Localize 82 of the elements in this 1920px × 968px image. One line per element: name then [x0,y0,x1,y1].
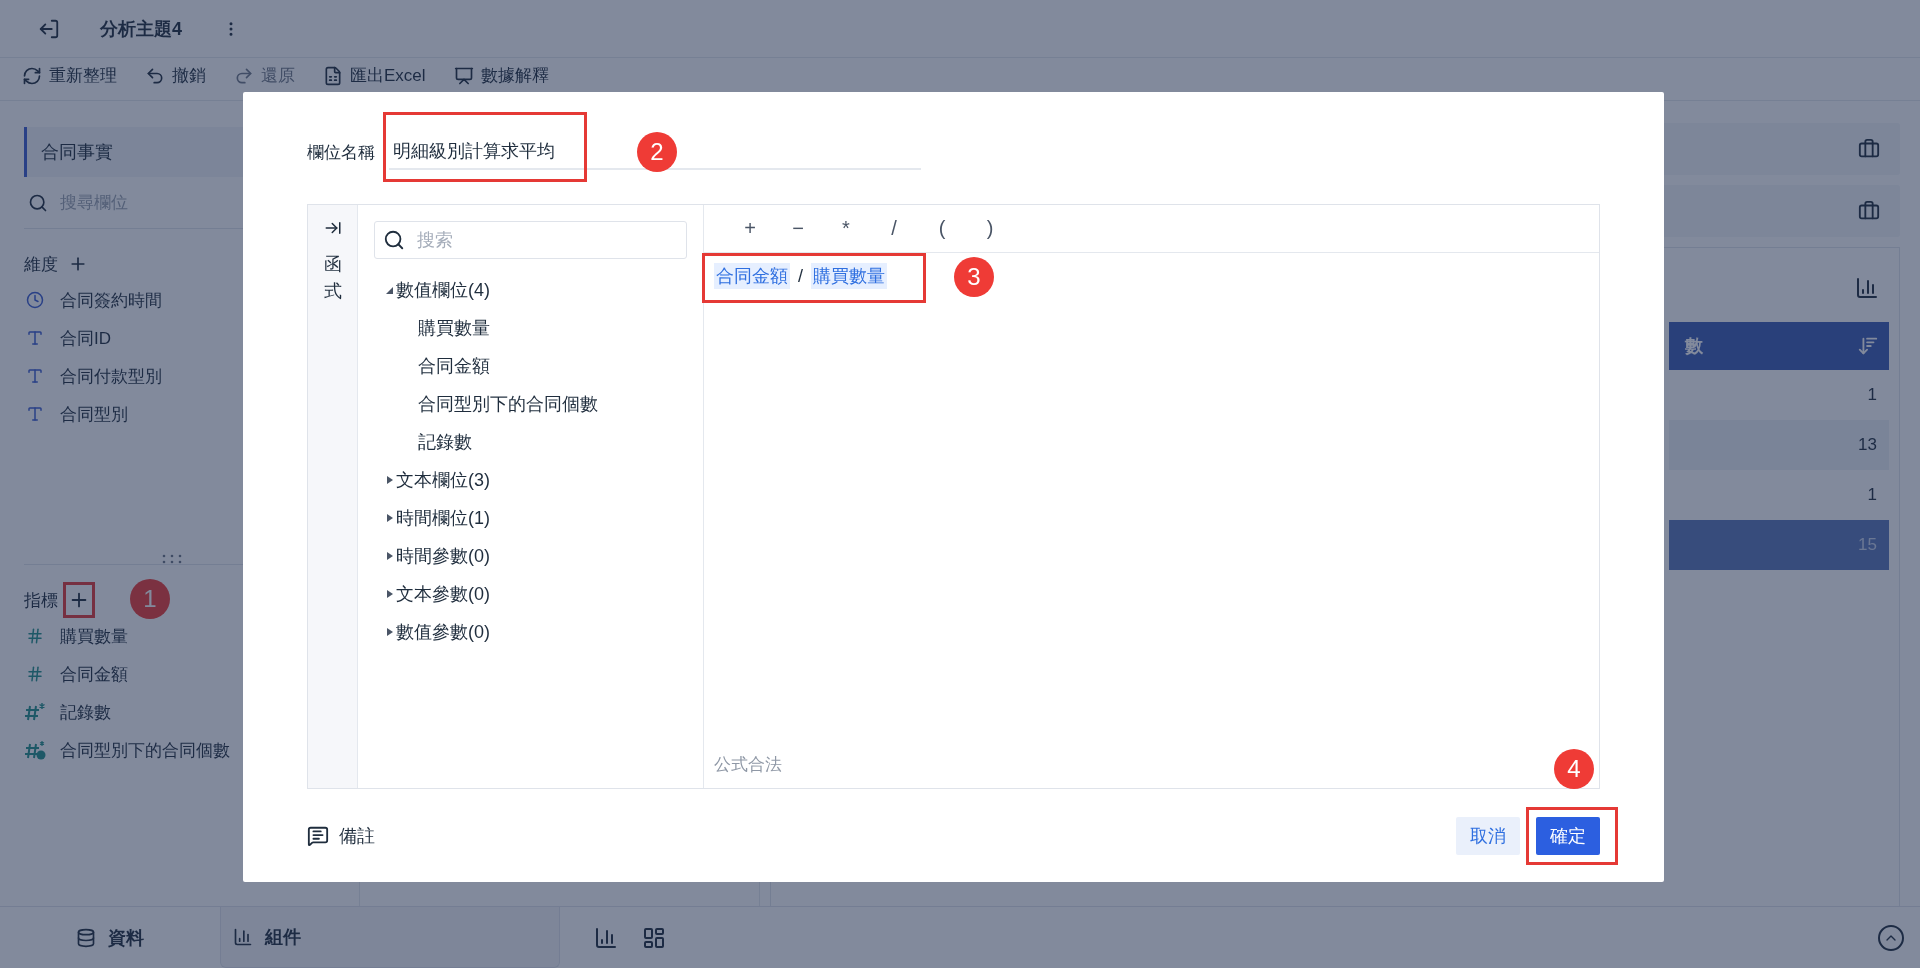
tree-item[interactable]: 購買數量 [374,309,687,347]
column-title: 數 [1685,335,1703,358]
section-title: 指標 [24,589,58,612]
search-field[interactable]: 搜索 [374,221,687,259]
step-badge: 2 [637,132,677,172]
section-title: 維度 [24,253,58,276]
hash-icon [26,627,44,645]
spreadsheet-icon [323,65,343,86]
operator-button[interactable]: ( [932,217,952,240]
tree-item[interactable]: 合同金額 [374,347,687,385]
highlight-frame [63,582,95,618]
exit-icon[interactable] [38,17,60,40]
toolbar-button[interactable]: 數據解釋 [453,64,549,87]
text-type-icon [26,329,44,347]
comment-icon [307,824,329,847]
drag-handle-icon[interactable] [160,554,183,564]
tree-group[interactable]: 數值欄位(4) [396,278,490,302]
add-layout-icon[interactable] [642,925,666,950]
expand-icon[interactable] [323,219,342,237]
collapsed-caret-icon[interactable] [386,551,394,561]
expanded-caret-icon[interactable] [386,285,394,295]
tree-item[interactable]: 記錄數 [374,423,687,461]
operator-button[interactable]: * [836,217,856,240]
tree-group[interactable]: 時間參數(0) [396,544,490,568]
dialog-button[interactable]: 取消 [1456,816,1520,855]
chart-type-icon[interactable] [1855,276,1879,300]
clock-icon [26,291,44,309]
operator-button[interactable]: + [740,217,760,240]
collapsed-caret-icon[interactable] [386,513,394,523]
field-item[interactable]: 合同型別下的合同個數 [60,738,230,762]
collapsed-caret-icon[interactable] [386,475,394,485]
collapsed-caret-icon[interactable] [386,589,394,599]
hash-formula-icon [24,740,46,760]
text-type-icon [26,367,44,385]
sort-icon[interactable] [1857,335,1879,357]
refresh-icon [22,65,42,86]
add-chart-icon[interactable] [594,925,618,950]
operator-button[interactable]: / [884,217,904,240]
tree-group[interactable]: 時間欄位(1) [396,506,490,530]
formula-field[interactable]: 購買數量 [811,263,887,289]
collapsed-caret-icon[interactable] [386,627,394,637]
table-row[interactable]: 13 [1669,420,1889,470]
bottom-tab[interactable]: 組件 [220,907,560,968]
operator-button[interactable]: − [788,217,808,240]
formula-operator: / [797,264,804,288]
function-tab[interactable]: 函式 [323,251,342,305]
tree-group[interactable]: 文本參數(0) [396,582,490,606]
field-item[interactable]: 合同付款型別 [60,364,162,388]
formula-field[interactable]: 合同金額 [714,263,790,289]
tree-group[interactable]: 文本欄位(3) [396,468,490,492]
collapse-button[interactable] [1878,924,1904,951]
database-icon [76,927,96,948]
field-item[interactable]: 合同金額 [60,662,128,686]
redo-icon [234,65,254,86]
dialog-button[interactable]: 確定 [1536,816,1600,855]
field-item[interactable]: 記錄數 [60,700,111,724]
note-button[interactable]: 備註 [307,823,375,848]
briefcase-icon[interactable] [1858,200,1880,222]
toolbar-button[interactable]: 重新整理 [22,64,117,87]
text-type-icon [26,405,44,423]
field-item[interactable]: 購買數量 [60,624,128,648]
search-icon [383,229,405,251]
field-item[interactable]: 合同型別 [60,402,128,426]
formula-status: 公式合法 [714,754,782,776]
step-badge: 4 [1554,748,1594,789]
hash-icon [26,665,44,683]
undo-icon [145,65,165,86]
step-badge: 3 [954,257,994,297]
chart-board-icon [453,65,474,86]
toolbar-button[interactable]: 撤銷 [145,64,206,87]
hash-asterisk-icon [24,702,46,722]
field-item[interactable]: 合同ID [60,326,111,350]
step-badge: 1 [130,579,170,619]
tree-item[interactable]: 合同型別下的合同個數 [374,385,687,423]
tree-group[interactable]: 數值參數(0) [396,620,490,644]
operator-button[interactable]: ) [980,217,1000,240]
search-icon [28,192,48,213]
field-item[interactable]: 合同簽約時間 [60,288,162,312]
bar-chart-icon [233,927,253,947]
briefcase-icon[interactable] [1858,138,1880,160]
toolbar-button[interactable]: 匯出Excel [323,64,426,87]
analysis-title: 分析主題4 [100,17,182,41]
